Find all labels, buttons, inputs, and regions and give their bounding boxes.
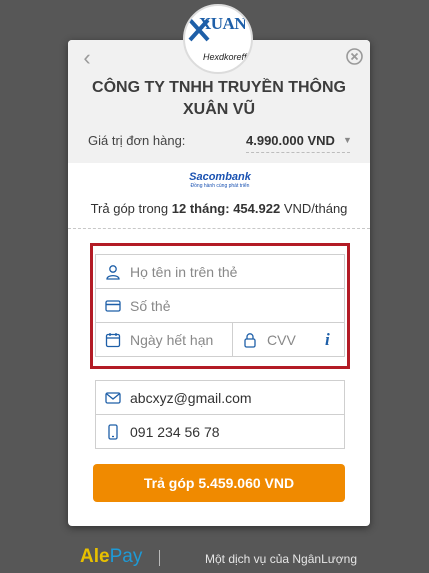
email-field[interactable]: abcxyz@gmail.com: [95, 380, 345, 415]
back-icon[interactable]: ‹: [78, 47, 96, 69]
credit-card-icon: [105, 300, 121, 312]
user-icon: [106, 265, 120, 280]
lock-icon: [244, 333, 256, 348]
merchant-logo-subtext: Hexdkoreff: [203, 52, 247, 62]
phone-value: 091 234 56 78: [130, 424, 220, 440]
expiry-date-placeholder: Ngày hết hạn: [130, 332, 214, 348]
close-icon[interactable]: [346, 48, 363, 65]
cvv-field[interactable]: CVV i: [232, 322, 345, 357]
order-value-label: Giá trị đơn hàng:: [88, 133, 186, 148]
footer-separator: [159, 550, 160, 566]
merchant-logo: XUANVU Hexdkoreff: [183, 4, 253, 74]
email-value: abcxyz@gmail.com: [130, 390, 252, 406]
merchant-name: CÔNG TY TNHH TRUYỀN THÔNG XUÂN VŨ: [68, 77, 370, 121]
cvv-placeholder: CVV: [267, 332, 296, 348]
installment-summary: Trả góp trong 12 tháng: 454.922 VND/thán…: [68, 201, 370, 216]
card-number-field[interactable]: Số thẻ: [95, 288, 345, 323]
expiry-date-field[interactable]: Ngày hết hạn: [95, 322, 233, 357]
alepay-logo-part-a: Ale: [80, 546, 110, 567]
merchant-name-line1: CÔNG TY TNHH TRUYỀN THÔNG: [92, 79, 346, 96]
email-icon: [105, 392, 121, 404]
merchant-logo-text: XUANVU: [199, 14, 251, 33]
order-value-underline: [246, 152, 350, 153]
info-icon[interactable]: i: [325, 330, 330, 350]
bank-logo: Sacombank Đồng hành cùng phát triển: [187, 171, 253, 189]
cardholder-name-placeholder: Họ tên in trên thẻ: [130, 264, 238, 280]
section-divider: [68, 228, 370, 229]
calendar-icon: [105, 333, 121, 348]
bank-name: Sacombank: [189, 171, 251, 183]
installment-term: 12 tháng:: [171, 201, 230, 216]
installment-prefix: Trả góp trong: [90, 201, 169, 216]
bank-tagline: Đồng hành cùng phát triển: [190, 183, 250, 189]
alepay-logo-part-b: Pay: [109, 546, 143, 567]
cardholder-name-field[interactable]: Họ tên in trên thẻ: [95, 254, 345, 289]
alepay-logo: AlePay: [80, 546, 142, 568]
footer-provider-text: Một dịch vụ của NgânLượng: [205, 552, 357, 566]
installment-suffix: VND/tháng: [283, 201, 348, 216]
payment-card: ‹ CÔNG TY TNHH TRUYỀN THÔNG XUÂN VŨ Giá …: [68, 40, 370, 526]
installment-amount: 454.922: [233, 201, 281, 216]
phone-icon: [108, 424, 118, 440]
pay-installment-button[interactable]: Trả góp 5.459.060 VND: [93, 464, 345, 502]
merchant-name-line2: XUÂN VŨ: [182, 101, 255, 118]
caret-down-icon[interactable]: ▼: [343, 135, 353, 145]
order-value-amount[interactable]: 4.990.000 VND: [246, 133, 335, 148]
card-number-placeholder: Số thẻ: [130, 298, 171, 314]
phone-field[interactable]: 091 234 56 78: [95, 414, 345, 449]
